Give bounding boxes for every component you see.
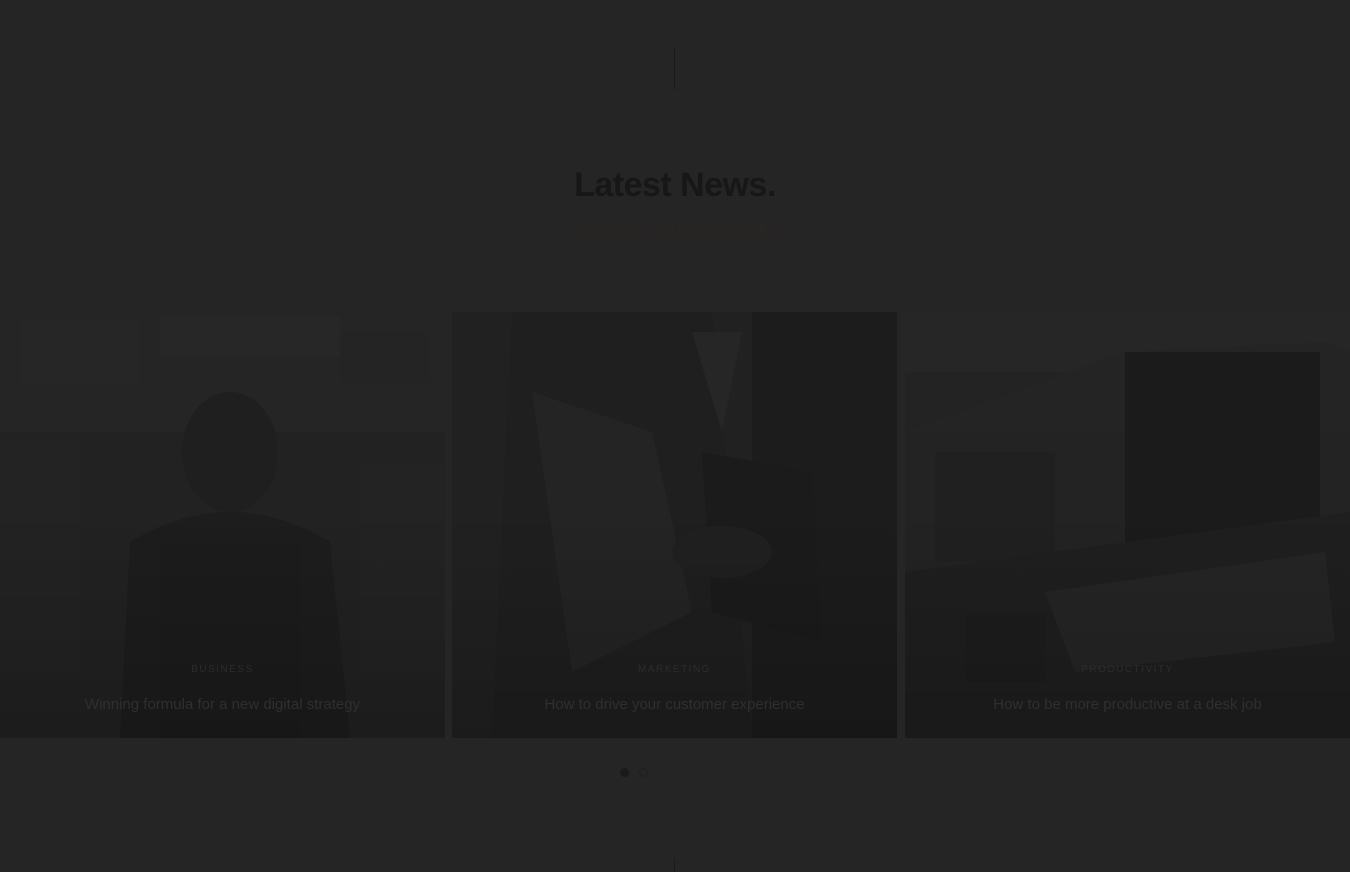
section-subtitle: READ OUR LATEST ARTICLES [572, 222, 778, 238]
card-category[interactable]: PRODUCTIVITY [905, 664, 1350, 675]
card-category[interactable]: BUSINESS [0, 664, 445, 675]
pagination-dot-active[interactable] [620, 768, 629, 777]
pagination-dot[interactable] [639, 768, 648, 777]
news-card[interactable]: MARKETING How to drive your customer exp… [452, 312, 897, 738]
carousel-pagination [620, 768, 648, 777]
latest-news-section: Latest News. READ OUR LATEST ARTICLES BU… [0, 0, 1350, 872]
card-category[interactable]: MARKETING [452, 664, 897, 675]
news-card[interactable]: BUSINESS Winning formula for a new digit… [0, 312, 445, 738]
news-carousel: BUSINESS Winning formula for a new digit… [0, 312, 1350, 738]
news-card[interactable]: PRODUCTIVITY How to be more productive a… [905, 312, 1350, 738]
top-divider [674, 48, 675, 90]
bottom-divider [674, 858, 675, 872]
card-title[interactable]: Winning formula for a new digital strate… [0, 696, 445, 713]
card-title[interactable]: How to drive your customer experience [452, 696, 897, 713]
section-title: Latest News. [574, 166, 776, 204]
card-title[interactable]: How to be more productive at a desk job [905, 696, 1350, 713]
